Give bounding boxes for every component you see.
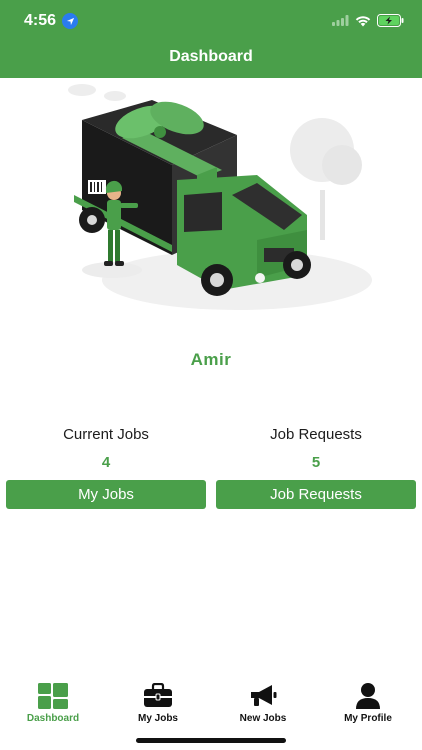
my-jobs-button[interactable]: My Jobs xyxy=(6,480,206,509)
job-requests-stat: Job Requests 5 xyxy=(216,426,416,471)
current-jobs-label: Current Jobs xyxy=(63,426,149,443)
tab-my-profile-label: My Profile xyxy=(344,713,392,724)
delivery-truck-illustration xyxy=(68,84,372,310)
wifi-icon xyxy=(355,15,371,26)
job-requests-button[interactable]: Job Requests xyxy=(216,480,416,509)
battery-charging-icon xyxy=(377,14,404,27)
signal-icon xyxy=(332,15,349,26)
user-icon xyxy=(356,683,380,709)
current-jobs-stat: Current Jobs 4 xyxy=(6,426,206,471)
status-bar: 4:56 xyxy=(0,0,422,40)
tab-dashboard[interactable]: Dashboard xyxy=(3,683,103,724)
tab-my-profile[interactable]: My Profile xyxy=(318,683,418,724)
user-name: Amir xyxy=(190,350,232,369)
tab-dashboard-label: Dashboard xyxy=(26,713,80,724)
location-arrow-icon xyxy=(62,13,79,29)
job-requests-count: 5 xyxy=(311,454,321,471)
tab-new-jobs[interactable]: New Jobs xyxy=(213,683,313,724)
app-header: 4:56 Dashboard xyxy=(0,0,422,78)
home-indicator xyxy=(136,738,286,743)
status-icons xyxy=(332,14,404,27)
tab-my-jobs[interactable]: My Jobs xyxy=(108,683,208,724)
tab-my-jobs-label: My Jobs xyxy=(137,713,178,724)
tab-new-jobs-label: New Jobs xyxy=(239,713,287,724)
job-requests-label: Job Requests xyxy=(270,426,362,443)
megaphone-icon xyxy=(251,685,277,706)
clock-label: 4:56 xyxy=(24,12,57,29)
current-jobs-count: 4 xyxy=(101,454,111,471)
page-title: Dashboard xyxy=(169,48,253,65)
status-time: 4:56 xyxy=(24,12,79,30)
dashboard-icon xyxy=(38,683,68,709)
briefcase-icon xyxy=(144,683,172,707)
